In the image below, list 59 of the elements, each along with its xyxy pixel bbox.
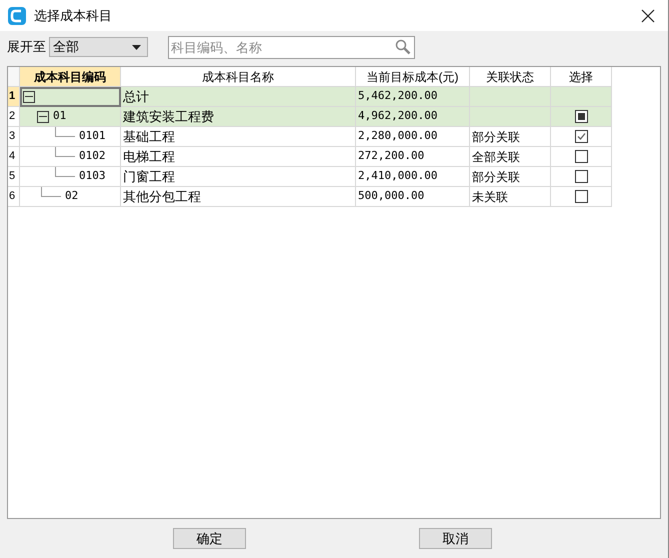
cost-cell: 500,000.00 <box>356 187 470 207</box>
tree-line <box>41 187 61 197</box>
checkbox[interactable] <box>574 130 588 143</box>
checkbox[interactable] <box>574 150 588 163</box>
name-cell: 其他分包工程 <box>121 187 356 207</box>
status-cell: 部分关联 <box>470 127 551 147</box>
app-logo-icon <box>8 6 26 24</box>
column-header[interactable]: 当前目标成本(元) <box>356 67 470 87</box>
code-cell[interactable]: 0101 <box>20 127 121 147</box>
dropdown-arrow-icon <box>132 44 141 50</box>
row-number: 3 <box>8 127 20 147</box>
row-number: 1 <box>8 87 20 107</box>
ok-button[interactable]: 确定 <box>173 528 246 549</box>
tree-line <box>55 167 75 177</box>
column-header[interactable]: 选择 <box>551 67 612 87</box>
search-icon <box>395 38 411 54</box>
status-cell: 部分关联 <box>470 167 551 187</box>
name-cell: 基础工程 <box>121 127 356 147</box>
code-cell[interactable]: 01 <box>20 107 121 127</box>
cancel-button[interactable]: 取消 <box>419 528 492 549</box>
column-header[interactable]: 成本科目名称 <box>121 67 356 87</box>
name-cell: 建筑安装工程费 <box>121 107 356 127</box>
code-cell[interactable]: 0102 <box>20 147 121 167</box>
code-text: 0103 <box>79 168 106 184</box>
code-text: 02 <box>65 188 78 204</box>
collapse-icon[interactable] <box>23 90 35 102</box>
code-text: 0102 <box>79 148 106 164</box>
code-cell[interactable] <box>20 87 121 107</box>
expand-level-label: 展开至 <box>7 38 46 56</box>
status-cell: 全部关联 <box>470 147 551 167</box>
name-cell: 电梯工程 <box>121 147 356 167</box>
collapse-icon[interactable] <box>37 110 49 122</box>
checkbox[interactable] <box>574 190 588 203</box>
code-text: 0101 <box>79 128 106 144</box>
checkbox[interactable] <box>574 110 588 123</box>
cost-cell: 2,410,000.00 <box>356 167 470 187</box>
name-cell: 门窗工程 <box>121 167 356 187</box>
tree-line <box>55 147 75 157</box>
row-number: 5 <box>8 167 20 187</box>
cost-cell: 2,280,000.00 <box>356 127 470 147</box>
row-number: 2 <box>8 107 20 127</box>
row-number: 4 <box>8 147 20 167</box>
code-cell[interactable]: 02 <box>20 187 121 207</box>
cost-cell: 4,962,200.00 <box>356 107 470 127</box>
name-cell: 总计 <box>121 87 356 107</box>
cost-cell: 272,200.00 <box>356 147 470 167</box>
tree-line <box>55 127 75 137</box>
code-text: 01 <box>53 108 66 124</box>
row-number: 6 <box>8 187 20 207</box>
code-cell[interactable]: 0103 <box>20 167 121 187</box>
status-cell: 未关联 <box>470 187 551 207</box>
expand-level-dropdown[interactable]: 全部 <box>49 37 148 57</box>
column-header[interactable]: 关联状态 <box>470 67 551 87</box>
window-title: 选择成本科目 <box>34 6 112 25</box>
close-icon <box>641 8 655 22</box>
search-field[interactable]: 科目编码、名称 <box>168 36 415 58</box>
cost-cell: 5,462,200.00 <box>356 87 470 107</box>
column-header[interactable]: 成本科目编码 <box>20 67 121 87</box>
checkbox[interactable] <box>574 170 588 183</box>
